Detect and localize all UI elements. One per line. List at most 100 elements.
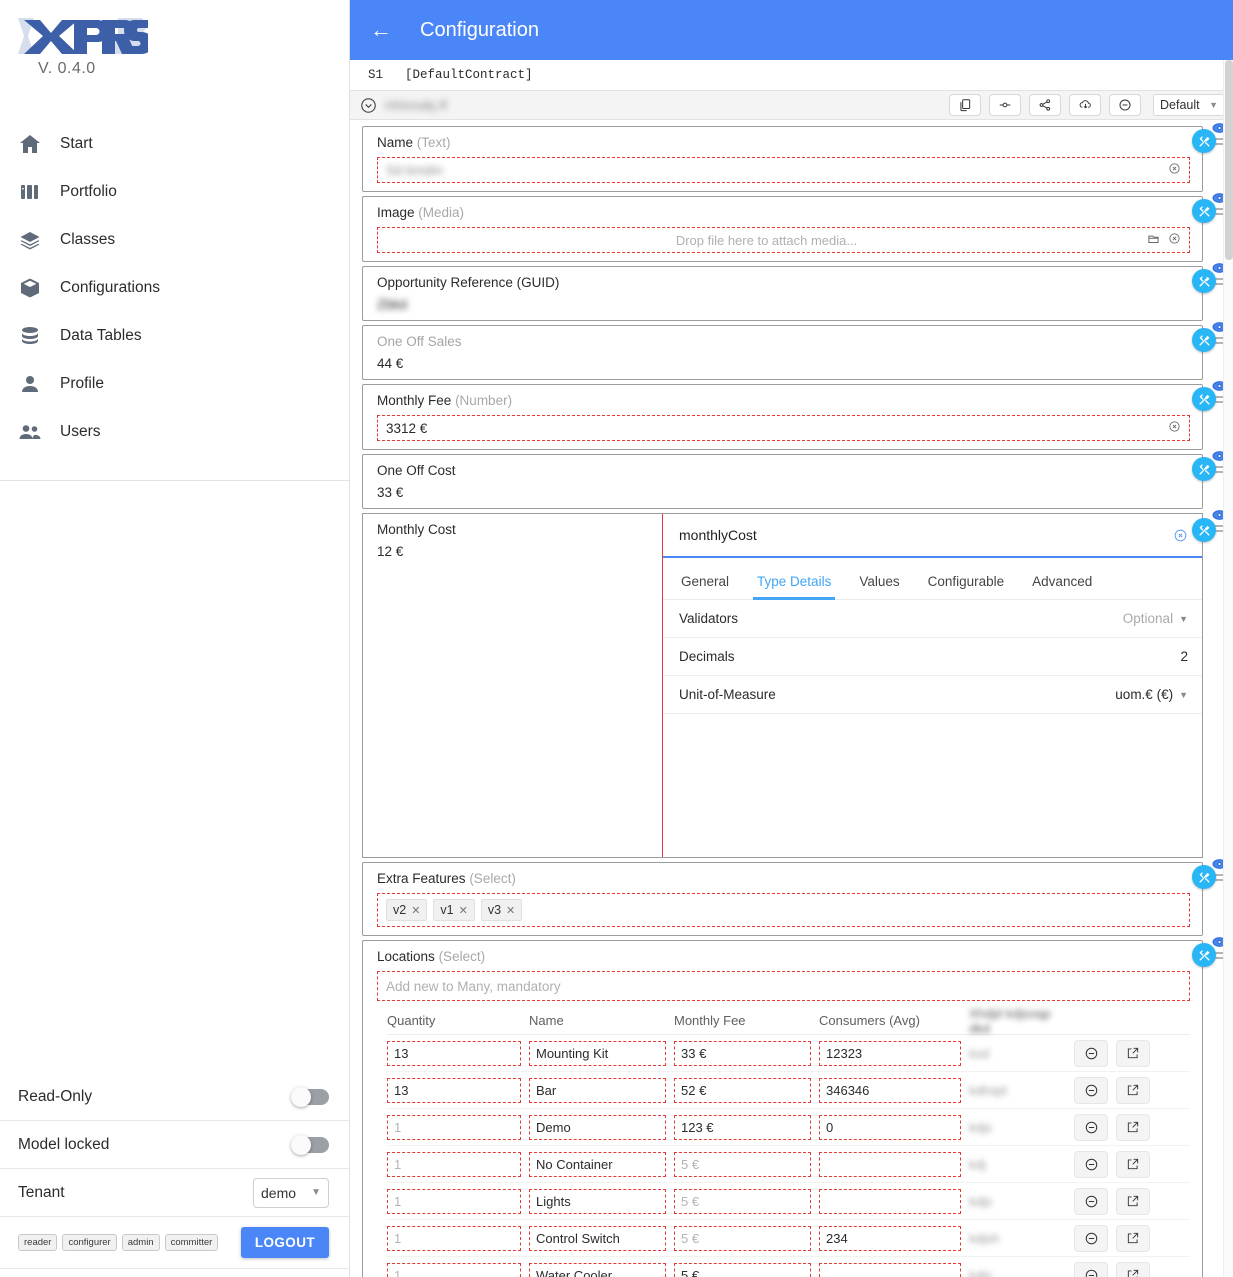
remove-row-button[interactable] [1074, 1076, 1108, 1104]
cell-name[interactable]: Mounting Kit [529, 1040, 666, 1066]
monthly-fee-input[interactable]: 3312 € [377, 415, 1190, 441]
sidebar-item-data-tables[interactable]: Data Tables [0, 312, 349, 360]
sidebar-item-profile[interactable]: Profile [0, 360, 349, 408]
chip-remove-icon[interactable]: ✕ [411, 904, 420, 917]
cell-consumers[interactable]: 12323 [819, 1040, 961, 1066]
tab-type-details[interactable]: Type Details [743, 574, 845, 600]
cell-quantity[interactable]: 1 [387, 1225, 521, 1251]
view-select[interactable]: Default ▼ [1153, 94, 1225, 116]
tab-configurable[interactable]: Configurable [914, 574, 1019, 599]
chip-remove-icon[interactable]: ✕ [506, 904, 515, 917]
cell-quantity[interactable]: 1 [387, 1188, 521, 1214]
clear-icon[interactable] [1168, 232, 1181, 248]
cell-quantity[interactable]: 1 [387, 1262, 521, 1277]
remove-row-button[interactable] [1074, 1224, 1108, 1252]
clear-icon[interactable] [1168, 162, 1181, 178]
folder-icon[interactable] [1147, 232, 1160, 248]
cell-name[interactable]: Lights [529, 1188, 666, 1214]
tools-badge-icon[interactable] [1192, 269, 1216, 293]
tools-badge-icon[interactable] [1192, 387, 1216, 411]
tools-badge-icon[interactable] [1192, 129, 1216, 153]
extra-features-input[interactable]: v2 ✕ v1 ✕ v3 ✕ [377, 893, 1190, 927]
cell-name[interactable]: Demo [529, 1114, 666, 1140]
close-circle-icon[interactable] [1173, 528, 1188, 543]
cell-name[interactable]: No Container [529, 1151, 666, 1177]
tools-badge-icon[interactable] [1192, 328, 1216, 352]
clear-icon[interactable] [1168, 420, 1181, 436]
chip-remove-icon[interactable]: ✕ [459, 904, 468, 917]
cell-consumers[interactable]: 346346 [819, 1077, 961, 1103]
cell-monthly-fee[interactable]: 5 € [674, 1188, 811, 1214]
tab-advanced[interactable]: Advanced [1018, 574, 1106, 599]
cell-consumers[interactable] [819, 1262, 961, 1277]
panel-row-decimals[interactable]: Decimals 2 [663, 638, 1202, 676]
remove-row-button[interactable] [1074, 1187, 1108, 1215]
open-row-button[interactable] [1116, 1039, 1150, 1067]
name-input[interactable]: Sd kmdm [377, 157, 1190, 183]
model-locked-toggle[interactable] [291, 1134, 329, 1155]
cell-consumers[interactable]: 0 [819, 1114, 961, 1140]
open-row-button[interactable] [1116, 1187, 1150, 1215]
chevron-down-icon: ▼ [1209, 100, 1218, 110]
cell-monthly-fee[interactable]: 5 € [674, 1262, 811, 1277]
tools-badge-icon[interactable] [1192, 518, 1216, 542]
cell-quantity[interactable]: 13 [387, 1077, 521, 1103]
chip[interactable]: v3 ✕ [480, 899, 523, 921]
remove-button[interactable] [1109, 94, 1141, 116]
cell-consumers[interactable] [819, 1188, 961, 1214]
arrow-left-icon[interactable]: ← [370, 19, 392, 41]
cell-monthly-fee[interactable]: 33 € [674, 1040, 811, 1066]
remove-row-button[interactable] [1074, 1039, 1108, 1067]
cell-monthly-fee[interactable]: 5 € [674, 1151, 811, 1177]
sidebar-item-portfolio[interactable]: Portfolio [0, 168, 349, 216]
cell-monthly-fee[interactable]: 52 € [674, 1077, 811, 1103]
logout-button[interactable]: LOGOUT [240, 1227, 329, 1258]
cell-monthly-fee[interactable]: 123 € [674, 1114, 811, 1140]
cell-quantity[interactable]: 1 [387, 1114, 521, 1140]
scrollbar-thumb[interactable] [1225, 60, 1233, 260]
cell-consumers[interactable]: 234 [819, 1225, 961, 1251]
tools-badge-icon[interactable] [1192, 199, 1216, 223]
cell-name[interactable]: Control Switch [529, 1225, 666, 1251]
tools-badge-icon[interactable] [1192, 865, 1216, 889]
tools-badge-icon[interactable] [1192, 457, 1216, 481]
vertical-scrollbar[interactable] [1223, 60, 1233, 1277]
open-row-button[interactable] [1116, 1076, 1150, 1104]
sidebar-item-users[interactable]: Users [0, 408, 349, 456]
open-row-button[interactable] [1116, 1261, 1150, 1277]
remove-row-button[interactable] [1074, 1150, 1108, 1178]
cloud-download-button[interactable] [1069, 94, 1101, 116]
pin-button[interactable] [989, 94, 1021, 116]
sidebar-item-classes[interactable]: Classes [0, 216, 349, 264]
locations-add-input[interactable]: Add new to Many, mandatory [377, 971, 1190, 1001]
sidebar-item-configurations[interactable]: Configurations [0, 264, 349, 312]
cell-name[interactable]: Bar [529, 1077, 666, 1103]
row-label: Unit-of-Measure [679, 687, 776, 702]
cell-name[interactable]: Water Cooler [529, 1262, 666, 1277]
chip[interactable]: v1 ✕ [433, 899, 475, 921]
open-row-button[interactable] [1116, 1113, 1150, 1141]
sidebar-item-start[interactable]: Start [0, 120, 349, 168]
tab-general[interactable]: General [667, 574, 743, 599]
panel-row-unit-of-measure[interactable]: Unit-of-Measure uom.€ (€) ▼ [663, 676, 1202, 714]
cell-quantity[interactable]: 13 [387, 1040, 521, 1066]
tenant-label: Tenant [18, 1183, 65, 1201]
tab-values[interactable]: Values [845, 574, 913, 599]
panel-row-validators[interactable]: Validators Optional ▼ [663, 600, 1202, 638]
open-row-button[interactable] [1116, 1224, 1150, 1252]
cell-consumers[interactable] [819, 1151, 961, 1177]
open-row-button[interactable] [1116, 1150, 1150, 1178]
read-only-toggle[interactable] [291, 1086, 329, 1107]
remove-row-button[interactable] [1074, 1113, 1108, 1141]
copy-button[interactable] [949, 94, 981, 116]
cell-quantity[interactable]: 1 [387, 1151, 521, 1177]
tools-badge-icon[interactable] [1192, 943, 1216, 967]
image-dropzone[interactable]: Drop file here to attach media... [377, 227, 1190, 253]
chevron-down-circle-icon[interactable] [360, 97, 377, 114]
chip[interactable]: v2 ✕ [386, 899, 428, 921]
cell-monthly-fee[interactable]: 5 € [674, 1225, 811, 1251]
tenant-select[interactable]: demo ▼ [253, 1177, 329, 1208]
remove-row-button[interactable] [1074, 1261, 1108, 1277]
chip-list: v2 ✕ v1 ✕ v3 ✕ [386, 899, 523, 921]
share-button[interactable] [1029, 94, 1061, 116]
